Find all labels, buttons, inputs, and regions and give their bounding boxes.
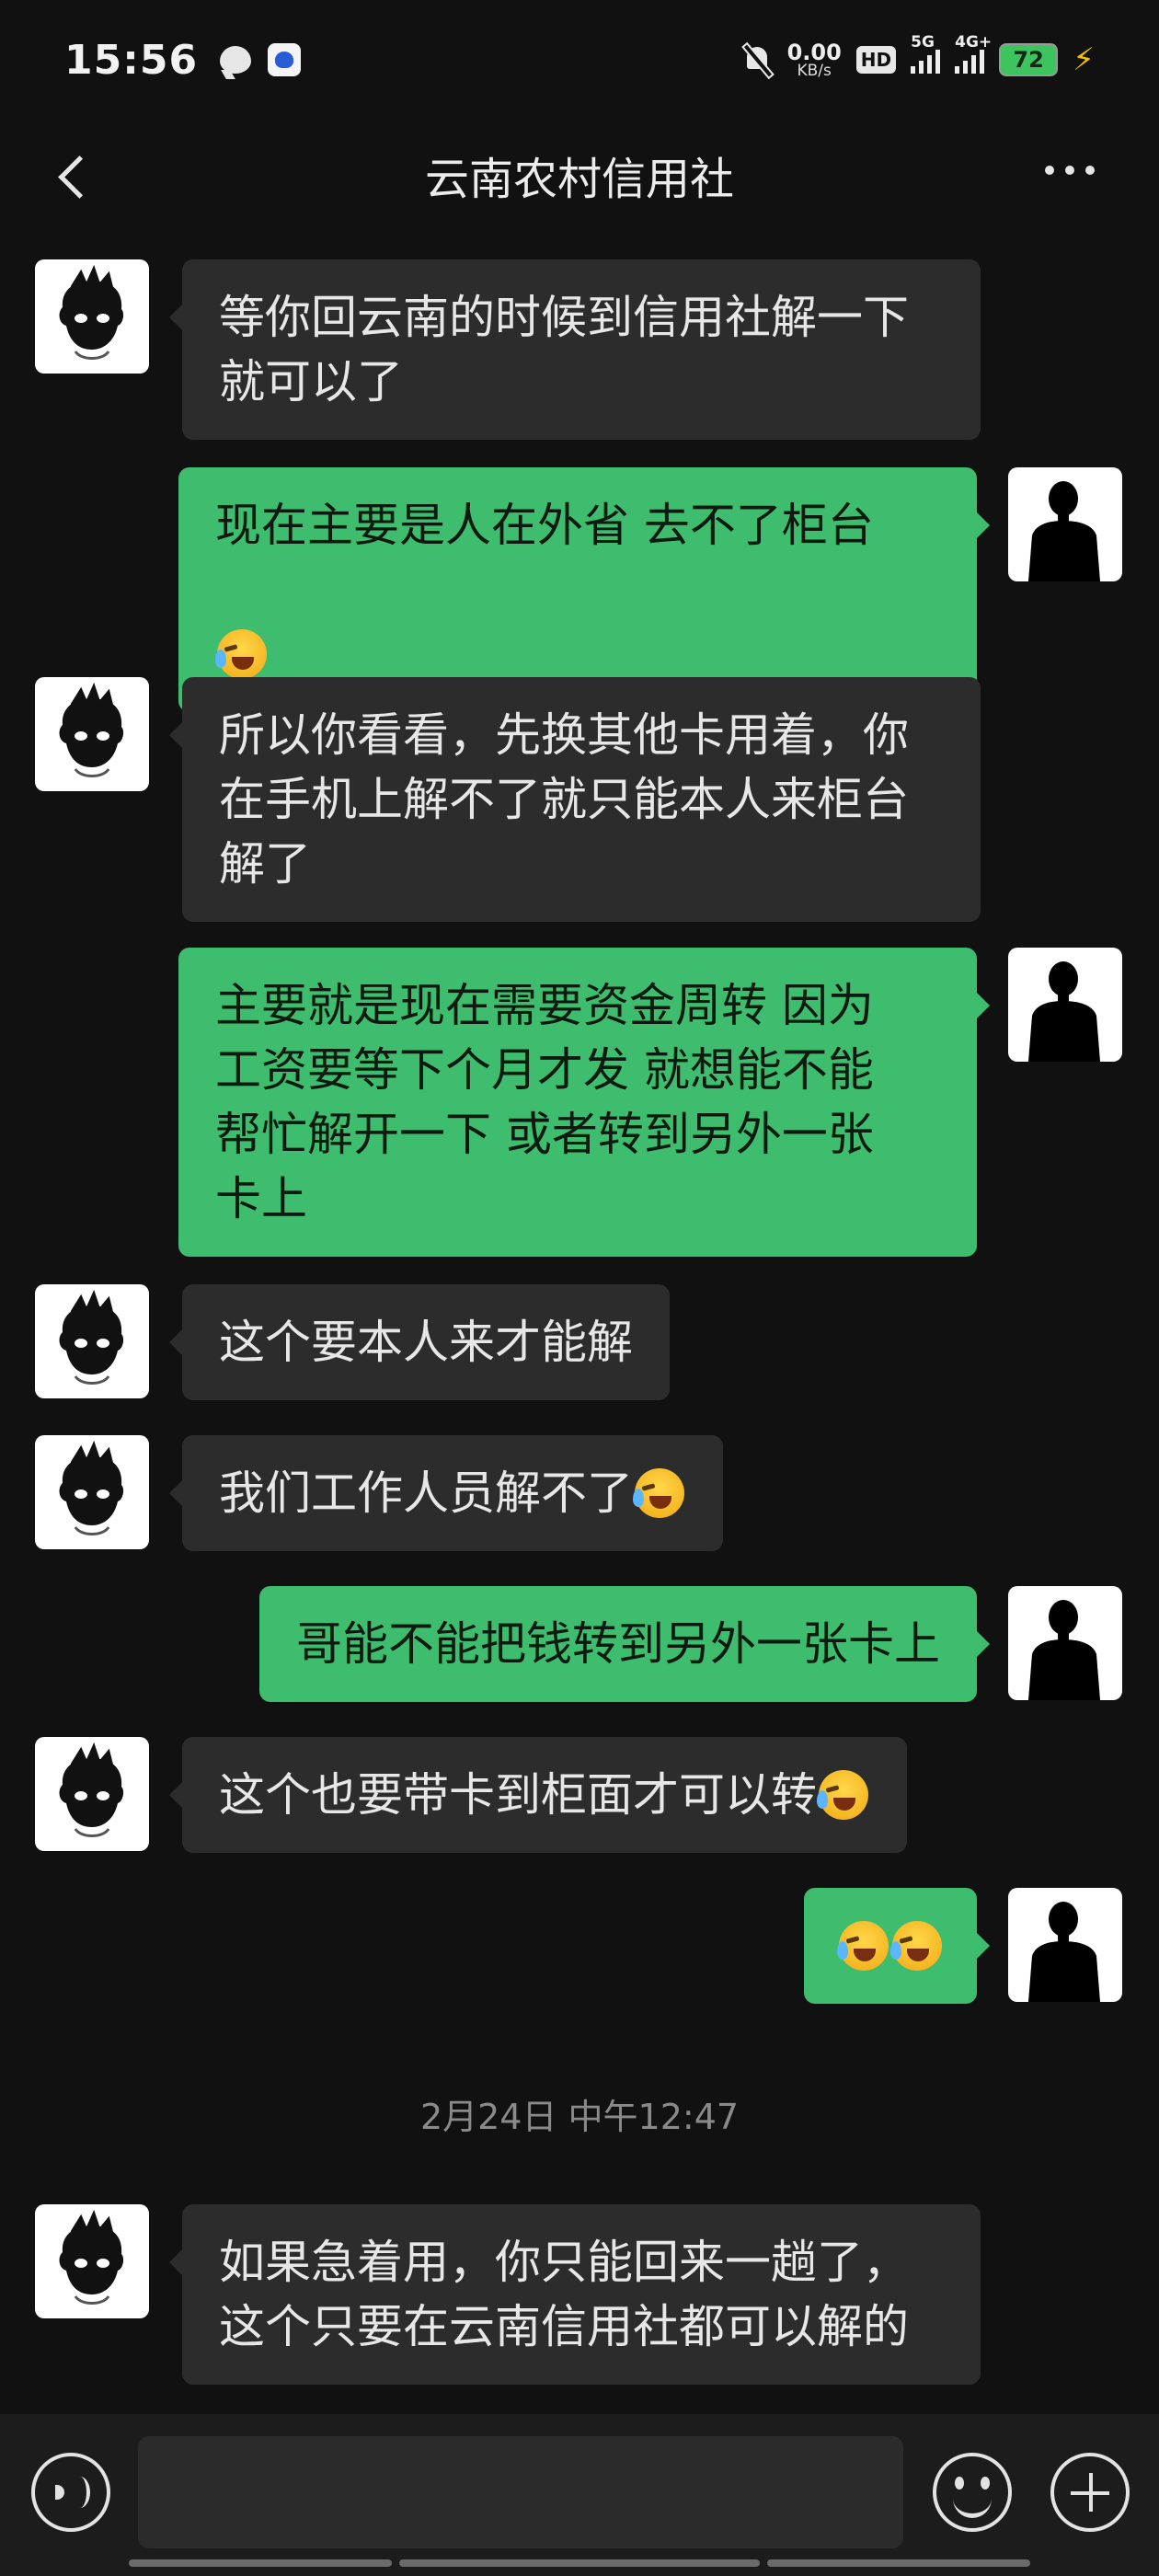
laughing-tears-emoji-icon <box>890 1921 942 1971</box>
message-input[interactable] <box>138 2436 903 2548</box>
battery-icon: 72 <box>999 43 1059 76</box>
gesture-nav-bar <box>129 2559 1030 2567</box>
message-text: 这个也要带卡到柜面才可以转 <box>219 1768 817 1822</box>
message-text: 我们工作人员解不了 <box>219 1466 633 1520</box>
laughing-tears-emoji-icon <box>215 629 267 679</box>
contact-avatar[interactable] <box>35 677 149 791</box>
contact-avatar[interactable] <box>35 2204 149 2318</box>
message-bubble-incoming[interactable]: 如果急着用，你只能回来一趟了， 这个只要在云南信用社都可以解的 <box>169 2204 981 2385</box>
message-text: 这个要本人来才能解 <box>219 1316 633 1369</box>
status-bar: 15:56 0.00 KB/s HD 5G 4G+ 72 ⚡ <box>0 0 1159 120</box>
signal-5g-label: 5G <box>911 33 935 52</box>
contact-avatar[interactable] <box>35 259 149 374</box>
network-speed-unit: KB/s <box>797 61 832 80</box>
my-avatar[interactable] <box>1008 1888 1122 2002</box>
message-bubble-outgoing[interactable] <box>804 1888 990 2004</box>
message-bubble-incoming[interactable]: 这个也要带卡到柜面才可以转 <box>169 1737 907 1853</box>
message-text: 等你回云南的时候到信用社解一下 就可以了 <box>219 291 909 408</box>
status-right-icons: 0.00 KB/s HD 5G 4G+ 72 ⚡ <box>741 33 1095 79</box>
plus-icon[interactable] <box>1050 2453 1130 2532</box>
laughing-tears-emoji-icon <box>837 1921 889 1971</box>
network-speed: 0.00 KB/s <box>787 41 842 79</box>
contact-avatar[interactable] <box>35 1284 149 1398</box>
message-text: 如果急着用，你只能回来一趟了， 这个只要在云南信用社都可以解的 <box>219 2236 909 2353</box>
contact-avatar[interactable] <box>35 1737 149 1851</box>
message-bubble-incoming[interactable]: 等你回云南的时候到信用社解一下 就可以了 <box>169 259 981 440</box>
mute-bell-icon <box>741 43 773 77</box>
message-notification-icon <box>220 46 252 74</box>
more-dots-icon[interactable] <box>1036 156 1104 184</box>
back-arrow-icon[interactable] <box>48 147 103 202</box>
chat-title: 云南农村信用社 <box>424 154 734 205</box>
network-speed-value: 0.00 <box>786 39 842 65</box>
app-notification-icon <box>268 43 302 76</box>
message-text: 哥能不能把钱转到另外一张卡上 <box>296 1617 940 1671</box>
signal-5g-icon: 5G <box>911 33 941 74</box>
message-text: 主要就是现在需要资金周转 因为 工资要等下个月才发 就想能不能 帮忙解开一下 或… <box>215 979 874 1225</box>
hd-voice-badge: HD <box>855 46 897 74</box>
message-text: 现在主要是人在外省 去不了柜台 <box>215 499 874 552</box>
voice-icon[interactable] <box>31 2453 110 2532</box>
charging-bolt-icon: ⚡ <box>1073 41 1095 78</box>
status-notification-icons <box>220 43 302 76</box>
message-bubble-outgoing[interactable]: 主要就是现在需要资金周转 因为 工资要等下个月才发 就想能不能 帮忙解开一下 或… <box>178 948 990 1257</box>
message-bubble-incoming[interactable]: 这个要本人来才能解 <box>169 1284 670 1400</box>
my-avatar[interactable] <box>1008 1586 1122 1700</box>
signal-4g-label: 4G+ <box>955 33 993 52</box>
message-bubble-incoming[interactable]: 我们工作人员解不了 <box>169 1435 723 1551</box>
status-time: 15:56 <box>64 36 199 84</box>
my-avatar[interactable] <box>1008 467 1122 581</box>
emoji-face-icon[interactable] <box>933 2453 1012 2532</box>
message-timestamp: 2月24日 中午12:47 <box>419 2097 740 2137</box>
laughing-tears-emoji-icon <box>633 1468 684 1518</box>
my-avatar[interactable] <box>1008 948 1122 1062</box>
message-bubble-outgoing[interactable]: 哥能不能把钱转到另外一张卡上 <box>259 1586 990 1702</box>
laughing-tears-emoji-icon <box>817 1770 868 1820</box>
message-bubble-incoming[interactable]: 所以你看看，先换其他卡用着，你 在手机上解不了就只能本人来柜台 解了 <box>169 677 981 922</box>
message-bubble-outgoing[interactable]: 现在主要是人在外省 去不了柜台 <box>178 467 990 712</box>
chat-header: 云南农村信用社 <box>0 120 1159 230</box>
chat-input-bar <box>0 2414 1159 2576</box>
message-text: 所以你看看，先换其他卡用着，你 在手机上解不了就只能本人来柜台 解了 <box>219 708 909 891</box>
signal-4g-icon: 4G+ <box>955 33 992 74</box>
contact-avatar[interactable] <box>35 1435 149 1549</box>
